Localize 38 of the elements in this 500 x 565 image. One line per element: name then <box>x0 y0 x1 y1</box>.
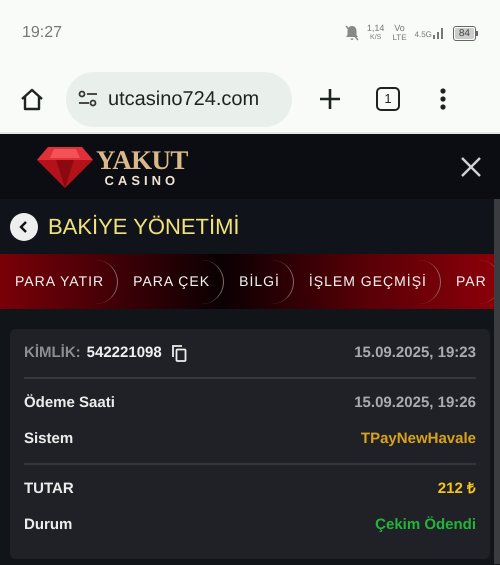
menu-tab[interactable]: İŞLEM GEÇMİŞİ <box>294 260 441 304</box>
network-text: 4.5G <box>414 30 432 39</box>
speed-text: 1,14 <box>366 24 384 33</box>
transaction-id: 542221098 <box>86 342 162 363</box>
lte-text: LTE <box>392 33 407 42</box>
scrollbar[interactable] <box>494 199 500 564</box>
battery-icon: 84 <box>452 26 478 40</box>
logo-subtitle: CASINO <box>104 174 180 186</box>
ruby-gem-icon <box>36 144 94 188</box>
chevron-left-icon <box>19 220 29 232</box>
page-title: BAKİYE YÖNETİMİ <box>48 213 240 241</box>
field-label: TUTAR <box>24 478 74 499</box>
bell-muted-icon <box>344 25 359 41</box>
more-icon[interactable] <box>440 88 446 110</box>
field-value: 212 ₺ <box>438 478 476 499</box>
field-label: Durum <box>24 514 72 535</box>
copy-icon[interactable] <box>172 344 187 362</box>
field-value: 15.09.2025, 19:26 <box>354 392 476 413</box>
created-time: 15.09.2025, 19:23 <box>354 342 476 363</box>
address-bar[interactable]: utcasino724.com <box>66 72 292 126</box>
logo-title: YAKUT <box>96 146 188 174</box>
field-value: TPayNewHavale <box>360 428 476 449</box>
menu-tab[interactable]: BİLGİ <box>224 260 294 304</box>
menu-tab[interactable]: PARA ÇEK <box>118 260 224 304</box>
back-button[interactable] <box>10 212 38 240</box>
clock-time: 19:27 <box>22 23 62 43</box>
signal-icon <box>432 27 445 39</box>
field-value: Çekim Ödendi <box>375 514 476 535</box>
close-icon[interactable] <box>460 156 482 178</box>
volte-text: Vo <box>394 24 405 33</box>
id-label: KİMLİK: <box>24 342 81 363</box>
plus-icon[interactable] <box>318 87 342 111</box>
tune-icon <box>78 90 98 108</box>
field-label: Ödeme Saati <box>24 392 115 413</box>
field-label: Sistem <box>24 428 74 449</box>
url-text: utcasino724.com <box>108 87 260 112</box>
menu-tab[interactable]: PARA YATIR <box>0 260 118 304</box>
tab-count-button[interactable]: 1 <box>376 87 400 111</box>
